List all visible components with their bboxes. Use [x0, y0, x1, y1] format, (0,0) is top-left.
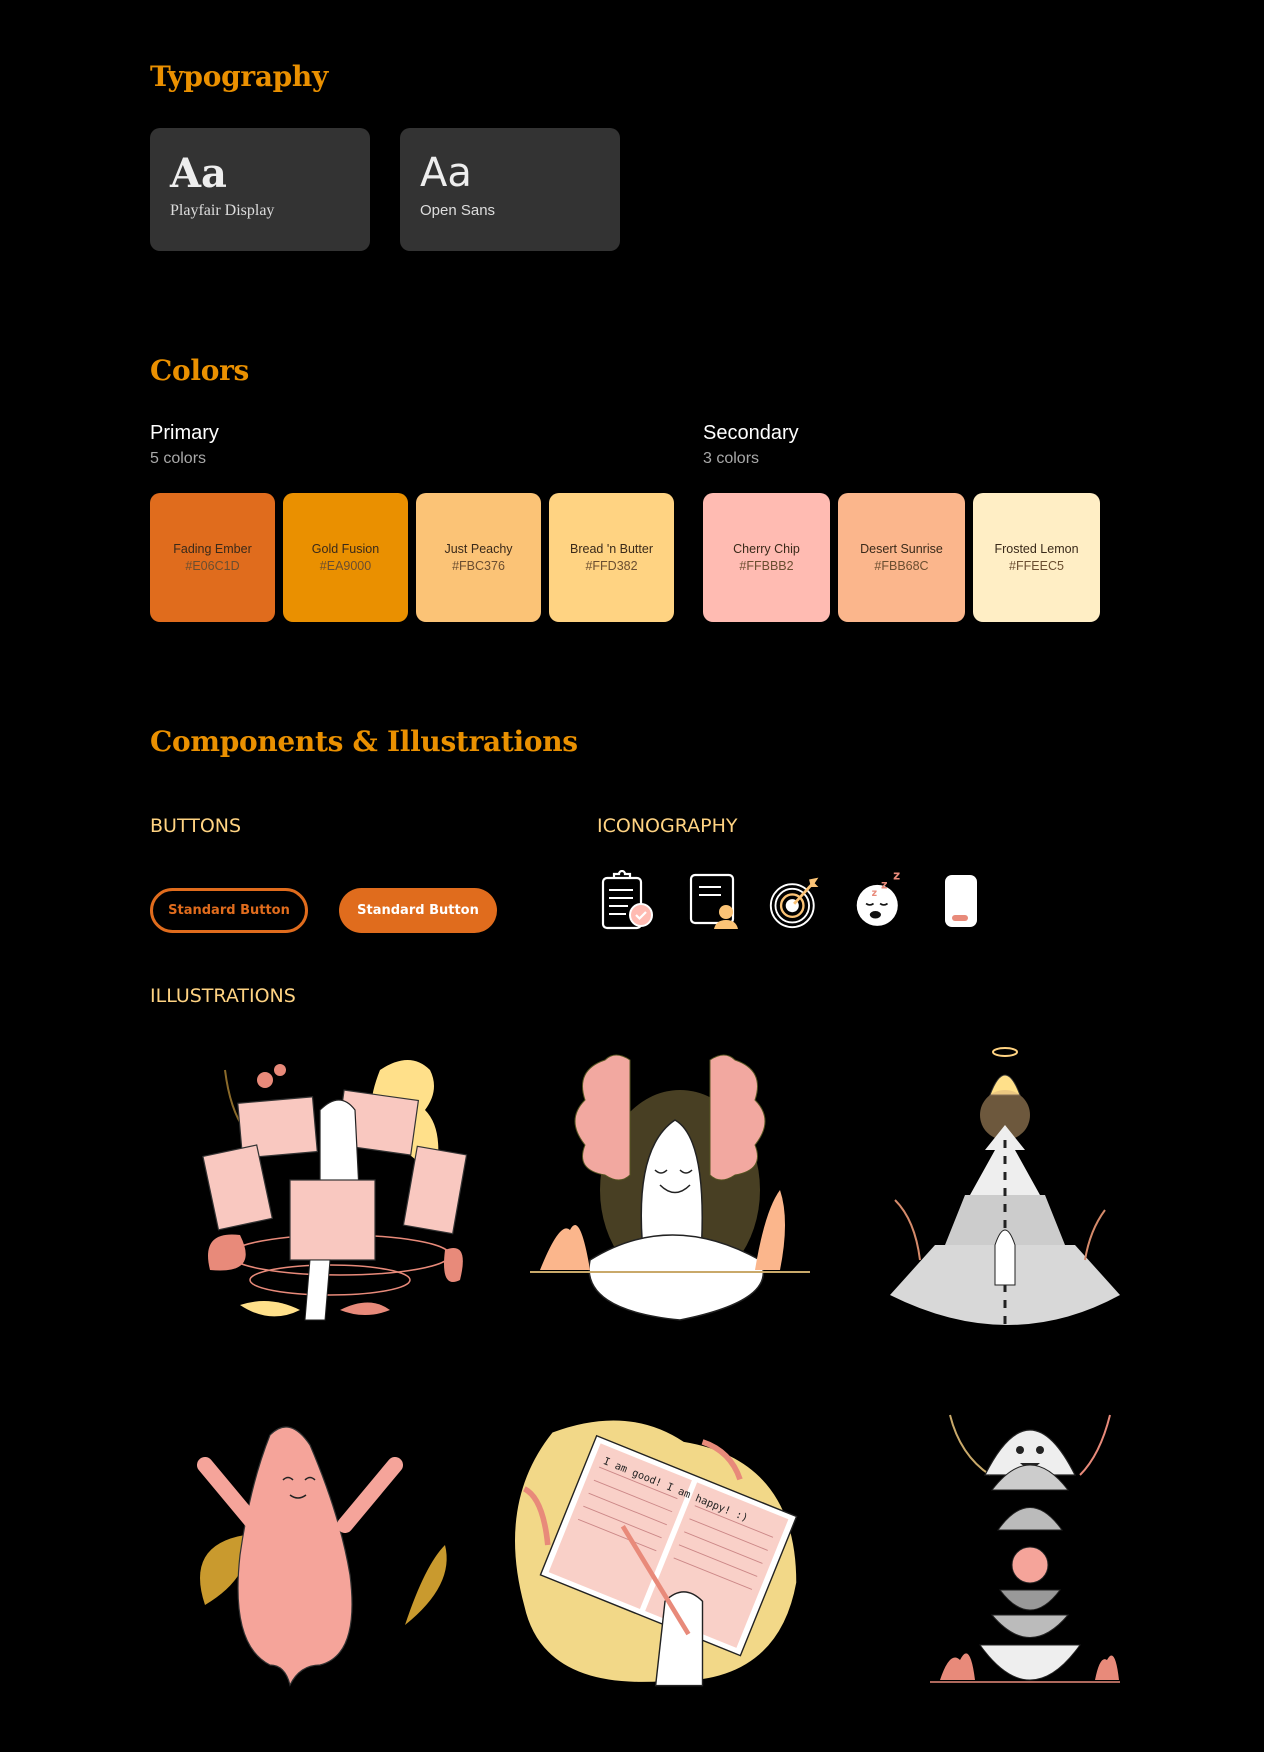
font-name: Playfair Display: [170, 202, 275, 219]
sleepy-face-icon: z z z: [856, 868, 900, 926]
components-heading: Components & Illustrations: [150, 725, 578, 758]
phone-icon: [945, 875, 977, 927]
swatch-name: Just Peachy: [444, 542, 513, 556]
font-sample: Aa: [170, 150, 227, 197]
secondary-count: 3 colors: [703, 450, 760, 467]
swatch-hex: #EA9000: [319, 559, 372, 573]
svg-text:z: z: [872, 888, 877, 899]
illustrations-heading: ILLUSTRATIONS: [150, 985, 296, 1007]
target-arrow-icon: [769, 877, 819, 929]
filled-button[interactable]: Standard Button: [339, 888, 497, 933]
swatch-hex: #FBB68C: [874, 559, 929, 573]
primary-title: Primary: [150, 422, 219, 444]
illustration-journal-writing: I am good! I am happy! :): [515, 1420, 798, 1687]
color-swatch-frosted-lemon: Frosted Lemon #FFEEC5: [973, 493, 1100, 622]
font-card-playfair: Aa Playfair Display: [150, 128, 370, 251]
swatch-name: Cherry Chip: [733, 542, 800, 556]
font-sample: Aa: [420, 150, 472, 196]
font-name: Open Sans: [420, 202, 496, 219]
document-user-icon: [689, 873, 738, 929]
svg-text:z: z: [893, 868, 900, 882]
iconography-heading: ICONOGRAPHY: [597, 815, 738, 837]
swatch-name: Fading Ember: [173, 542, 252, 556]
typography-heading: Typography: [150, 60, 328, 93]
swatch-hex: #FFBBB2: [739, 559, 794, 573]
font-card-open-sans: Aa Open Sans: [400, 128, 620, 251]
secondary-title: Secondary: [703, 422, 799, 444]
swatch-name: Desert Sunrise: [860, 542, 943, 556]
illustration-memories-carousel: [202, 1060, 468, 1321]
swatch-name: Bread 'n Butter: [570, 542, 653, 556]
color-swatch-cherry-chip: Cherry Chip #FFBBB2: [703, 493, 830, 622]
illustration-nested-shells: [930, 1414, 1120, 1683]
color-swatch-gold-fusion: Gold Fusion #EA9000: [283, 493, 408, 622]
illustration-joyful-jump: [197, 1426, 447, 1687]
color-swatch-desert-sunrise: Desert Sunrise #FBB68C: [838, 493, 965, 622]
buttons-heading: BUTTONS: [150, 815, 242, 837]
color-swatch-bread-n-butter: Bread 'n Butter #FFD382: [549, 493, 674, 622]
color-swatch-fading-ember: Fading Ember #E06C1D: [150, 493, 275, 622]
illustration-path-to-self: [890, 1047, 1120, 1330]
outline-button[interactable]: Standard Button: [150, 888, 308, 933]
svg-text:z: z: [881, 879, 888, 892]
swatch-hex: #FFEEC5: [1009, 559, 1064, 573]
colors-heading: Colors: [150, 354, 249, 387]
swatch-name: Gold Fusion: [311, 542, 380, 556]
swatch-hex: #FBC376: [452, 559, 505, 573]
illustration-meditating-mind: [530, 1054, 810, 1321]
primary-count: 5 colors: [150, 450, 207, 467]
swatch-hex: #FFD382: [585, 559, 638, 573]
clipboard-check-icon: [601, 870, 653, 930]
color-swatch-just-peachy: Just Peachy #FBC376: [416, 493, 541, 622]
swatch-name: Frosted Lemon: [994, 542, 1079, 556]
swatch-hex: #E06C1D: [185, 559, 240, 573]
